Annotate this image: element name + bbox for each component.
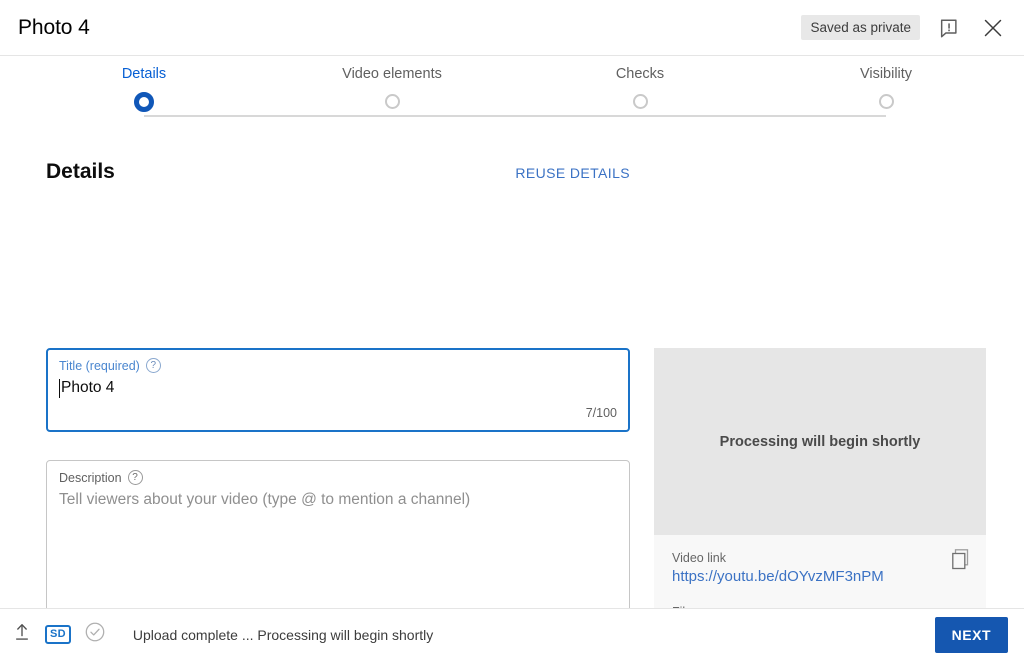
quality-badge: SD [45,625,71,644]
title-field-label-row: Title (required) ? [59,358,617,373]
video-preview-panel: Processing will begin shortly Video link… [654,348,986,608]
video-preview-box: Processing will begin shortly [654,348,986,535]
stepper-line-1 [144,115,392,117]
details-section-header: Details REUSE DETAILS [46,160,630,184]
text-caret [59,379,60,398]
title-field-label: Title (required) [59,358,140,373]
title-char-counter: 7/100 [585,406,617,420]
status-badge: Saved as private [801,15,920,40]
title-input[interactable]: Title (required) ? Photo 4 7/100 [46,348,630,432]
upload-status-text: Upload complete ... Processing will begi… [132,626,434,643]
video-link-value[interactable]: https://youtu.be/dOYvzMF3nPM [672,568,968,585]
title-field-value-row: Photo 4 [59,379,617,398]
help-circle-icon[interactable]: ? [127,470,143,485]
upload-arrow-icon [12,622,32,647]
description-input[interactable]: Description ? Tell viewers about your vi… [46,460,630,608]
reuse-details-link[interactable]: REUSE DETAILS [515,165,630,181]
description-placeholder: Tell viewers about your video (type @ to… [59,491,471,508]
title-field-value: Photo 4 [61,379,115,396]
upload-status-group: SD Upload complete ... Processing will b… [12,621,433,648]
dialog-header: Photo 4 Saved as private [0,0,1024,56]
details-heading: Details [46,160,115,183]
upload-stepper: Details Video elements Checks Visibility [0,56,1024,136]
close-icon[interactable] [978,13,1008,43]
stepper-label-video-elements: Video elements [342,66,442,82]
stepper-step-visibility[interactable]: Visibility [806,66,966,109]
description-field-label-row: Description ? [59,470,617,485]
check-circle-icon [84,621,106,648]
stepper-label-visibility: Visibility [859,66,913,82]
video-link-label: Video link [672,551,726,565]
help-circle-icon[interactable]: ? [145,358,161,373]
header-actions: Saved as private [801,13,1008,43]
dialog-body: Details REUSE DETAILS Title (required) ?… [0,136,1024,608]
video-link-group: Video link https://youtu.be/dOYvzMF3nPM [672,551,968,585]
copy-icon[interactable] [952,549,972,576]
description-field-label: Description [59,470,122,485]
processing-message: Processing will begin shortly [719,433,921,450]
feedback-exclamation-icon[interactable] [934,13,964,43]
stepper-dot-checks [632,94,648,109]
stepper-step-details[interactable]: Details [64,66,224,112]
stepper-step-checks[interactable]: Checks [560,66,720,109]
upload-dialog: Photo 4 Saved as private Details Video e… [0,0,1024,660]
next-button[interactable]: NEXT [934,616,1008,653]
video-meta-panel: Video link https://youtu.be/dOYvzMF3nPM … [654,535,986,608]
stepper-label-details: Details [121,66,167,82]
stepper-dot-video-elements [384,94,400,109]
stepper-label-checks: Checks [615,66,665,82]
stepper-dot-details [134,92,154,112]
stepper-line-2 [392,115,640,117]
stepper-step-video-elements[interactable]: Video elements [312,66,472,109]
dialog-footer: SD Upload complete ... Processing will b… [0,608,1024,660]
page-title: Photo 4 [18,15,90,39]
stepper-dot-visibility [878,94,894,109]
stepper-line-3 [640,115,886,117]
